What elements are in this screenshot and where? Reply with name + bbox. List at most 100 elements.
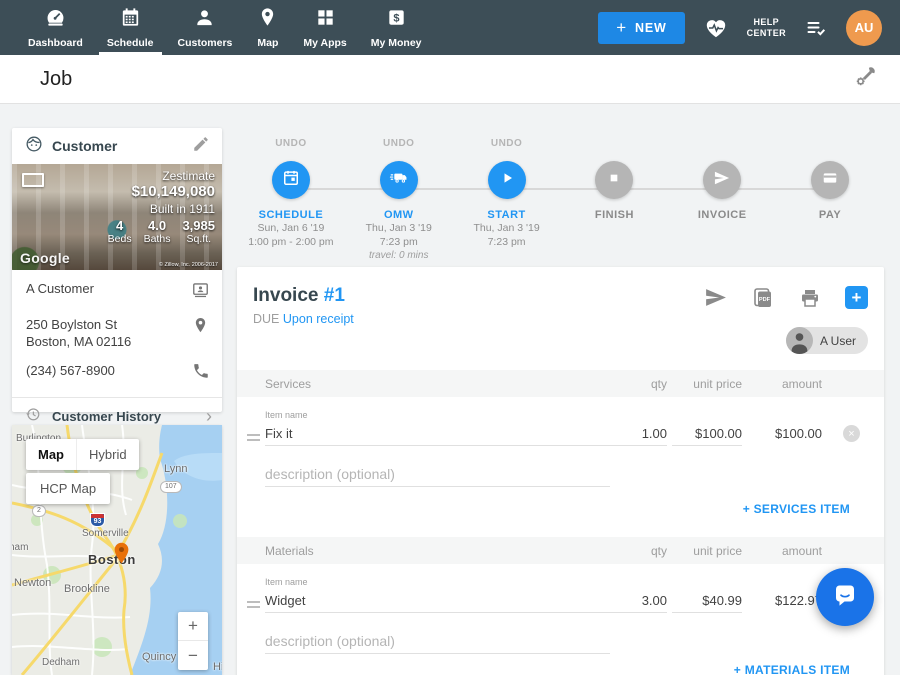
timeline-step-finish: FINISH [560, 138, 668, 264]
invoice-number[interactable]: #1 [324, 285, 345, 306]
undo-start-link[interactable]: UNDO [491, 138, 522, 152]
services-item-name-label: Item name [265, 410, 308, 420]
schedule-step-label: SCHEDULE [259, 209, 324, 221]
undo-schedule-link[interactable]: UNDO [275, 138, 306, 152]
map-label-lynn: Lynn [164, 463, 187, 475]
undo-omw-link[interactable]: UNDO [383, 138, 414, 152]
nav-customers[interactable]: Customers [166, 0, 245, 55]
materials-item-price-input[interactable] [672, 589, 742, 613]
customer-address: 250 Boylston StBoston, MA 02116 [26, 316, 131, 350]
health-heart-icon[interactable] [703, 15, 729, 41]
map-label-newton: Newton [14, 577, 51, 589]
page-header: Job [0, 55, 900, 104]
nav-map-label: Map [257, 37, 278, 49]
zoom-out-button[interactable]: − [178, 641, 208, 670]
customer-name: A Customer [26, 280, 94, 297]
remove-services-item-button[interactable]: × [843, 425, 860, 442]
pay-step-label: PAY [819, 209, 841, 221]
add-services-item-link[interactable]: + SERVICES ITEM [743, 502, 850, 516]
omw-time: 7:23 pm [380, 235, 418, 249]
due-value-link[interactable]: Upon receipt [283, 312, 354, 326]
help-center-line2: CENTER [747, 28, 786, 39]
materials-item-name-input[interactable] [265, 589, 609, 613]
timeline-step-start: UNDO START Thu, Jan 3 '19 7:23 pm [453, 138, 561, 264]
top-nav: Dashboard Schedule Customers Map My Apps… [0, 0, 900, 55]
nav-my-apps-label: My Apps [303, 37, 346, 49]
location-pin-icon[interactable] [191, 316, 210, 340]
schedule-step-button[interactable] [272, 161, 310, 199]
map-label-waltham: ham [12, 542, 28, 553]
nav-dashboard-label: Dashboard [28, 37, 83, 49]
job-settings-wrench-icon[interactable] [852, 64, 878, 95]
map-button[interactable]: Map [26, 439, 76, 470]
start-step-button[interactable] [488, 161, 526, 199]
nav-map[interactable]: Map [244, 0, 291, 55]
services-item-amount: $100.00 [742, 426, 822, 446]
customer-details: A Customer 250 Boylston StBoston, MA 021… [12, 270, 222, 385]
help-center-button[interactable]: HELP CENTER [747, 17, 786, 39]
built-year: Built in 1911 [150, 202, 215, 216]
nav-items: Dashboard Schedule Customers Map My Apps… [16, 0, 434, 55]
map-marker-icon[interactable] [113, 542, 130, 569]
zoom-in-button[interactable]: + [178, 612, 208, 641]
print-icon[interactable] [798, 286, 822, 310]
chat-launcher-button[interactable] [816, 568, 874, 626]
job-timeline: UNDO SCHEDULE Sun, Jan 6 '19 1:00 pm - 2… [237, 138, 884, 264]
services-item-name-input[interactable] [265, 422, 609, 446]
hybrid-button[interactable]: Hybrid [76, 439, 139, 470]
invoice-actions: PDF + [703, 285, 868, 310]
materials-item-row: Item name $122.97 [237, 577, 884, 619]
schedule-date: Sun, Jan 6 '19 [258, 221, 325, 235]
finish-step-label: FINISH [595, 209, 634, 221]
customer-address-row: 250 Boylston StBoston, MA 02116 [26, 316, 210, 350]
omw-step-button[interactable] [380, 161, 418, 199]
materials-col-qty: qty [597, 544, 667, 558]
nav-my-money[interactable]: $ My Money [359, 0, 434, 55]
pdf-icon[interactable]: PDF [751, 286, 775, 310]
contact-card-icon[interactable] [191, 280, 210, 304]
map-widget[interactable]: Burlington Lynn Somerville ham Boston Ne… [12, 425, 222, 675]
nav-schedule-label: Schedule [107, 37, 154, 49]
services-item-row: Item name $100.00 × [237, 410, 884, 452]
materials-description-row [265, 630, 610, 654]
zestimate-label: Zestimate [162, 169, 215, 183]
pay-step-button[interactable] [811, 161, 849, 199]
materials-item-qty-input[interactable] [609, 589, 667, 613]
customer-face-icon [24, 134, 44, 159]
sqft-value: 3,985 [182, 218, 215, 233]
task-list-icon[interactable] [804, 16, 828, 40]
add-invoice-item-button[interactable]: + [845, 286, 868, 309]
services-description-input[interactable] [265, 463, 610, 487]
send-invoice-icon[interactable] [703, 285, 728, 310]
nav-schedule[interactable]: Schedule [95, 0, 166, 55]
map-label-somerville: Somerville [82, 528, 129, 539]
services-col-qty: qty [597, 377, 667, 391]
nav-dashboard[interactable]: Dashboard [16, 0, 95, 55]
materials-description-input[interactable] [265, 630, 610, 654]
phone-icon[interactable] [192, 362, 210, 385]
dashboard-icon [44, 6, 67, 34]
nav-my-apps[interactable]: My Apps [291, 0, 358, 55]
start-step-label: START [487, 209, 525, 221]
assignee-chip[interactable]: A User [786, 327, 868, 354]
streetview-frame-icon [22, 173, 44, 187]
services-item-price-input[interactable] [672, 422, 742, 446]
map-label-quincy: Quincy [142, 651, 176, 663]
add-materials-item-link[interactable]: + MATERIALS ITEM [734, 663, 850, 675]
finish-step-button[interactable] [595, 161, 633, 199]
new-button[interactable]: + NEW [598, 12, 684, 44]
due-label: DUE [253, 312, 279, 326]
send-plane-icon [712, 168, 732, 193]
customer-phone-row: (234) 567-8900 [26, 362, 210, 385]
google-watermark: Google [20, 250, 70, 266]
services-item-qty-input[interactable] [609, 422, 667, 446]
invoice-step-button[interactable] [703, 161, 741, 199]
app-screen: Dashboard Schedule Customers Map My Apps… [0, 0, 900, 675]
hcp-map-button[interactable]: HCP Map [26, 473, 110, 504]
start-date: Thu, Jan 3 '19 [473, 221, 539, 235]
invoice-step-label: INVOICE [698, 209, 747, 221]
property-photo: Zestimate $10,149,080 Built in 1911 4Bed… [12, 164, 222, 270]
edit-pencil-icon[interactable] [192, 135, 210, 158]
user-avatar[interactable]: AU [846, 10, 882, 46]
baths-label: Baths [144, 233, 171, 245]
